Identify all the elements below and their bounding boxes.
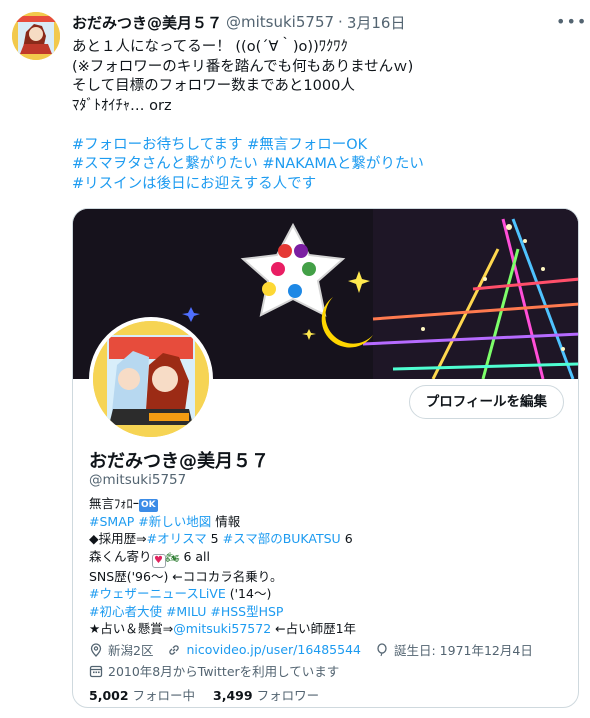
followers-count[interactable]: 3,499 bbox=[213, 688, 253, 703]
joined: 2010年8月からTwitterを利用しています bbox=[89, 661, 339, 680]
link-text[interactable]: nicovideo.jp/user/16485544 bbox=[186, 642, 361, 657]
embedded-profile-card[interactable]: プロフィールを編集 おだみつき@美月５７ @mitsuki5757 無言ﾌｫﾛｰ… bbox=[72, 208, 579, 708]
following-count[interactable]: 5,002 bbox=[89, 688, 129, 703]
bio-hashtags[interactable]: #初心者大使 #MILU #HSS型HSP bbox=[89, 603, 559, 621]
balloon-icon bbox=[377, 642, 387, 656]
followers-label[interactable]: フォロワー bbox=[257, 688, 320, 703]
bio-text: ★占い＆懸賞⇒ bbox=[89, 621, 174, 636]
ok-badge: OK bbox=[139, 499, 158, 512]
profile-avatar[interactable] bbox=[89, 317, 213, 441]
follow-stats: 5,002 フォロー中 3,499 フォロワー bbox=[89, 685, 333, 704]
hashtag-line[interactable]: #リスインは後日にお迎えする人です bbox=[72, 175, 572, 195]
link-icon bbox=[169, 644, 180, 655]
tweet-line: そして目標のフォロワー数まであと1000人 bbox=[72, 78, 355, 94]
bio-text: 無言ﾌｫﾛｰ bbox=[89, 496, 140, 511]
tweet-line: あと１人になってるー！ ((o(´∀｀)o))ﾜｸﾜｸ bbox=[72, 39, 348, 55]
bio-hashtag[interactable]: #スマ部のBUKATSU bbox=[223, 531, 341, 546]
bio-line: SNS歴('96〜) ←ココカラ名乗り。 bbox=[89, 568, 283, 584]
bio-line: 森くん寄り ♥ 🏍 6 all bbox=[89, 548, 559, 568]
bio-mention[interactable]: @mitsuki57572 bbox=[173, 621, 271, 636]
bio-text: 6 bbox=[340, 531, 353, 546]
location: 新潟2区 bbox=[89, 640, 153, 659]
profile-meta: 新潟2区 nicovideo.jp/user/16485544 誕生日: 197… bbox=[89, 639, 569, 681]
bio-text: 森くん寄り bbox=[89, 548, 152, 564]
hashtag-line[interactable]: #スマヲタさんと繋がりたい #NAKAMAと繋がりたい bbox=[72, 155, 572, 175]
bio-text: 5 bbox=[206, 531, 223, 546]
heart-icon: ♥ bbox=[151, 553, 166, 568]
tweet-line: (※フォロワーのキリ番を踏んでも何もありませんｗ) bbox=[72, 58, 414, 75]
bio-text: ('14〜) bbox=[225, 586, 272, 601]
motorcycle-icon: 🏍 bbox=[165, 550, 180, 564]
edit-profile-button[interactable]: プロフィールを編集 bbox=[408, 385, 564, 419]
profile-bio: 無言ﾌｫﾛｰ OK #SMAP #新しい地図 情報 ◆採用歴⇒#オリスマ 5 #ス… bbox=[89, 495, 559, 638]
tweet-header: おだみつき@美月５７ @mitsuki5757 · 3月16日 bbox=[72, 12, 550, 32]
bio-hashtag[interactable]: #オリスマ bbox=[147, 531, 207, 546]
bio-line: ★占い＆懸賞⇒@mitsuki57572 ←占い師歴1年 bbox=[89, 620, 559, 638]
location-pin-icon bbox=[90, 642, 102, 657]
tweet-line: ﾏﾀﾞﾄｵｲﾁｬ… orz bbox=[72, 97, 172, 114]
author-name[interactable]: おだみつき@美月５７ bbox=[72, 12, 222, 33]
tweet-date[interactable]: 3月16日 bbox=[347, 12, 406, 33]
separator-dot: · bbox=[338, 13, 343, 31]
calendar-icon bbox=[89, 665, 103, 677]
joined-text: 2010年8月からTwitterを利用しています bbox=[108, 664, 340, 679]
bio-hashtags[interactable]: #SMAP #新しい地図 bbox=[89, 514, 211, 529]
bio-line: #ウェザーニュースLiVE ('14〜) bbox=[89, 585, 559, 603]
more-dots-icon[interactable]: ••• bbox=[556, 14, 586, 34]
bio-text: 6 all bbox=[179, 548, 210, 564]
birthday-text: 誕生日: 1971年12月4日 bbox=[393, 643, 533, 658]
bio-hashtag[interactable]: #ウェザーニュースLiVE bbox=[89, 586, 226, 601]
meta-row: 2010年8月からTwitterを利用しています bbox=[89, 660, 569, 681]
profile-name: おだみつき@美月５７ bbox=[89, 451, 269, 472]
author-handle[interactable]: @mitsuki5757 bbox=[226, 13, 334, 31]
profile-handle: @mitsuki5757 bbox=[89, 472, 187, 488]
tweet: おだみつき@美月５７ @mitsuki5757 · 3月16日 ••• あと１人… bbox=[0, 0, 590, 718]
profile-link[interactable]: nicovideo.jp/user/16485544 bbox=[167, 642, 361, 657]
tweet-text: あと１人になってるー！ ((o(´∀｀)o))ﾜｸﾜｸ (※フォロワーのキリ番を… bbox=[72, 38, 572, 194]
birthday: 誕生日: 1971年12月4日 bbox=[375, 640, 533, 659]
bio-text: ←占い師歴1年 bbox=[271, 621, 357, 636]
meta-row: 新潟2区 nicovideo.jp/user/16485544 誕生日: 197… bbox=[89, 639, 569, 660]
bio-line: ◆採用歴⇒#オリスマ 5 #スマ部のBUKATSU 6 bbox=[89, 530, 559, 548]
author-avatar[interactable] bbox=[12, 12, 60, 60]
following-label[interactable]: フォロー中 bbox=[133, 688, 196, 703]
hashtag-line[interactable]: #フォローお待ちしてます #無言フォローOK bbox=[72, 136, 572, 156]
bio-line: 無言ﾌｫﾛｰ OK bbox=[89, 495, 559, 513]
bio-line: #SMAP #新しい地図 情報 bbox=[89, 513, 559, 531]
bio-text: 情報 bbox=[211, 513, 241, 529]
location-text: 新潟2区 bbox=[108, 643, 154, 658]
bio-text: ◆採用歴⇒ bbox=[89, 531, 147, 546]
